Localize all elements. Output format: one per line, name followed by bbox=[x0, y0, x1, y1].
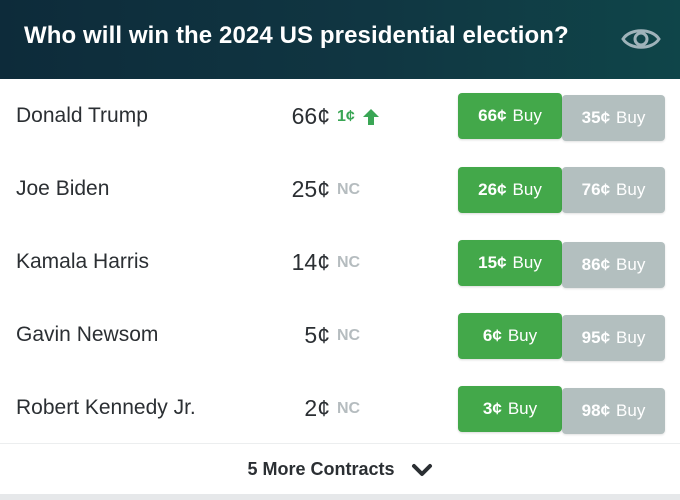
buy-no-label: Buy bbox=[616, 401, 646, 420]
buy-no-button[interactable]: 95¢ Buy bbox=[562, 315, 665, 361]
chevron-down-icon bbox=[411, 463, 432, 476]
contract-price: 66¢ bbox=[291, 103, 330, 129]
candidate-name: Donald Trump bbox=[16, 104, 148, 127]
bottom-divider bbox=[0, 494, 680, 500]
more-contracts-button[interactable]: 5 More Contracts bbox=[0, 443, 680, 495]
contract-row: Robert Kennedy Jr. 2¢ NC 3¢ Buy 98¢ Buy bbox=[0, 371, 680, 448]
buy-yes-label: Buy bbox=[512, 180, 542, 199]
contract-row: Joe Biden 25¢ NC 26¢ Buy 76¢ Buy bbox=[0, 152, 680, 229]
buy-no-price: 98¢ bbox=[581, 401, 611, 420]
buy-yes-button[interactable]: 3¢ Buy bbox=[458, 386, 562, 432]
candidate-name: Robert Kennedy Jr. bbox=[16, 396, 196, 419]
price-change: NC bbox=[337, 254, 361, 271]
contract-price: 25¢ bbox=[291, 176, 330, 202]
buy-yes-label: Buy bbox=[512, 253, 542, 272]
buy-yes-label: Buy bbox=[512, 106, 542, 125]
price-change: NC bbox=[337, 181, 361, 198]
buy-yes-price: 3¢ bbox=[482, 399, 502, 418]
contract-price: 14¢ bbox=[291, 249, 330, 275]
buy-no-label: Buy bbox=[616, 108, 646, 127]
buy-no-button[interactable]: 98¢ Buy bbox=[562, 388, 665, 434]
buy-no-price: 86¢ bbox=[581, 255, 611, 274]
buy-no-price: 76¢ bbox=[581, 180, 611, 199]
more-contracts-label: 5 More Contracts bbox=[247, 459, 395, 479]
contract-price: 2¢ bbox=[304, 395, 330, 421]
contract-row: Gavin Newsom 5¢ NC 6¢ Buy 95¢ Buy bbox=[0, 298, 680, 375]
buy-no-label: Buy bbox=[616, 255, 646, 274]
buy-yes-button[interactable]: 26¢ Buy bbox=[458, 167, 562, 213]
candidate-name: Gavin Newsom bbox=[16, 323, 159, 346]
arrow-up-icon bbox=[363, 109, 379, 125]
buy-yes-label: Buy bbox=[507, 326, 538, 345]
buy-no-label: Buy bbox=[616, 180, 646, 199]
contract-row: Donald Trump 66¢ 1¢ 66¢ Buy 35¢ Buy bbox=[0, 79, 680, 156]
buy-no-price: 95¢ bbox=[581, 328, 611, 347]
buy-yes-button[interactable]: 66¢ Buy bbox=[458, 93, 562, 139]
price-change: NC bbox=[337, 400, 361, 417]
buy-yes-label: Buy bbox=[507, 399, 538, 418]
contract-price: 5¢ bbox=[304, 322, 330, 348]
market-header: Who will win the 2024 US presidential el… bbox=[0, 0, 680, 79]
buy-yes-price: 15¢ bbox=[478, 253, 507, 272]
buy-no-price: 35¢ bbox=[581, 108, 611, 127]
buy-yes-price: 6¢ bbox=[482, 326, 502, 345]
buy-yes-button[interactable]: 15¢ Buy bbox=[458, 240, 562, 286]
buy-no-button[interactable]: 35¢ Buy bbox=[562, 95, 665, 141]
buy-no-button[interactable]: 76¢ Buy bbox=[562, 167, 665, 213]
candidate-name: Joe Biden bbox=[16, 177, 110, 200]
eye-icon[interactable] bbox=[620, 22, 662, 56]
price-change: 1¢ bbox=[337, 108, 355, 125]
contract-row: Kamala Harris 14¢ NC 15¢ Buy 86¢ Buy bbox=[0, 225, 680, 302]
price-change: NC bbox=[337, 327, 361, 344]
buy-yes-price: 66¢ bbox=[478, 106, 507, 125]
buy-no-button[interactable]: 86¢ Buy bbox=[562, 242, 665, 288]
candidate-name: Kamala Harris bbox=[16, 250, 150, 273]
buy-yes-price: 26¢ bbox=[478, 180, 507, 199]
buy-yes-button[interactable]: 6¢ Buy bbox=[458, 313, 562, 359]
market-title: Who will win the 2024 US presidential el… bbox=[24, 22, 569, 49]
buy-no-label: Buy bbox=[616, 328, 646, 347]
